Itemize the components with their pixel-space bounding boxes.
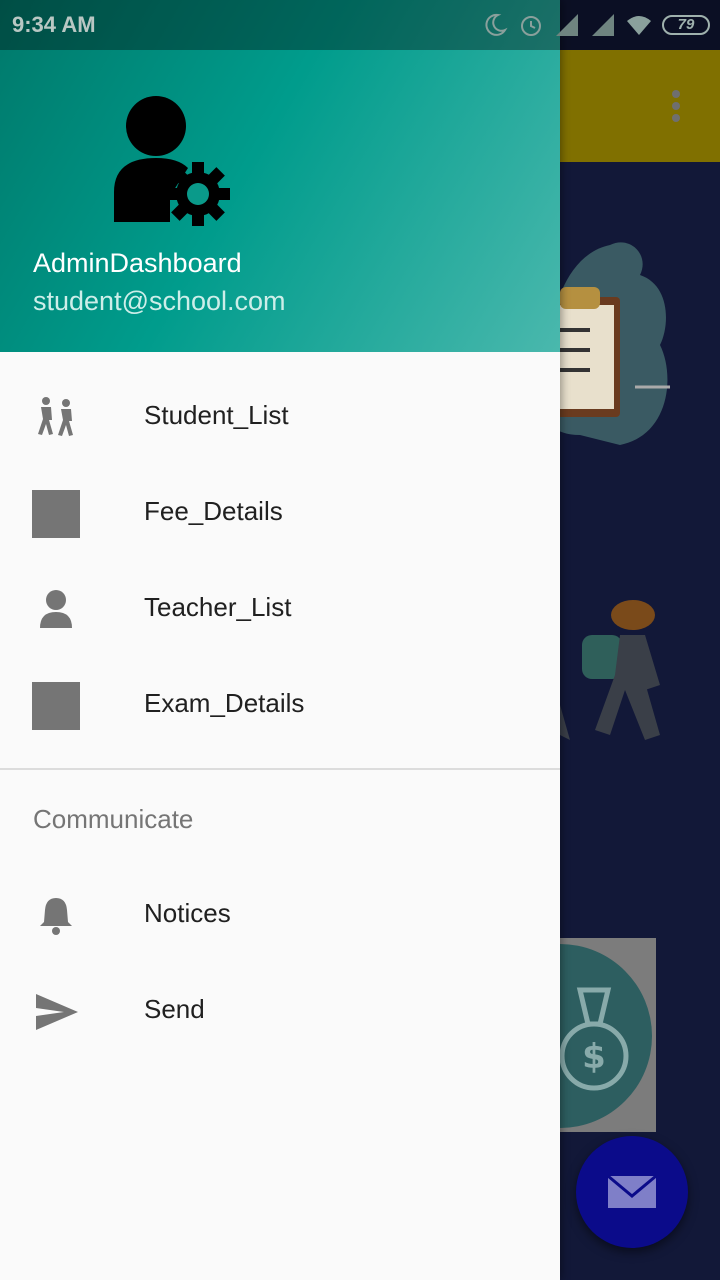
placeholder-square-icon [32,682,80,730]
battery-icon: 79 [662,15,710,35]
signal-icon [556,14,578,36]
svg-text:$: $ [582,1037,606,1077]
status-bar: 9:34 AM 79 [0,0,720,50]
user-name: AdminDashboard [33,248,242,278]
students-walking-icon [38,397,73,436]
mail-fab[interactable] [576,1136,688,1248]
alarm-icon [521,16,541,36]
admin-settings-icon [114,96,230,226]
menu-item-student-list[interactable]: Student_List [0,370,560,466]
bell-icon [40,898,72,935]
moon-icon [485,13,508,36]
menu-item-fee-details[interactable]: Fee_Details [0,466,560,562]
person-icon [40,590,72,628]
menu-item-label: Exam_Details [144,688,305,718]
overflow-menu-icon[interactable] [662,86,690,126]
section-title-communicate: Communicate [33,804,194,834]
wifi-icon [627,16,651,35]
menu-item-teacher-list[interactable]: Teacher_List [0,562,560,658]
menu-item-label: Notices [144,898,231,928]
menu-item-label: Teacher_List [144,592,292,622]
menu-item-label: Fee_Details [144,496,283,526]
signal-icon [592,14,614,36]
menu-item-label: Student_List [144,400,289,430]
mail-icon [607,1174,657,1208]
send-icon [36,994,78,1030]
menu-item-exam-details[interactable]: Exam_Details [0,658,560,754]
navigation-drawer[interactable]: AdminDashboard student@school.com Studen… [0,0,560,1280]
placeholder-square-icon [32,490,80,538]
menu-item-notices[interactable]: Notices [0,868,560,964]
status-time: 9:34 AM [12,12,96,37]
drawer-header: AdminDashboard student@school.com [0,0,560,352]
menu-divider [0,768,560,770]
menu-item-send[interactable]: Send [0,964,560,1060]
menu-item-label: Send [144,994,205,1024]
user-email: student@school.com [33,286,286,316]
